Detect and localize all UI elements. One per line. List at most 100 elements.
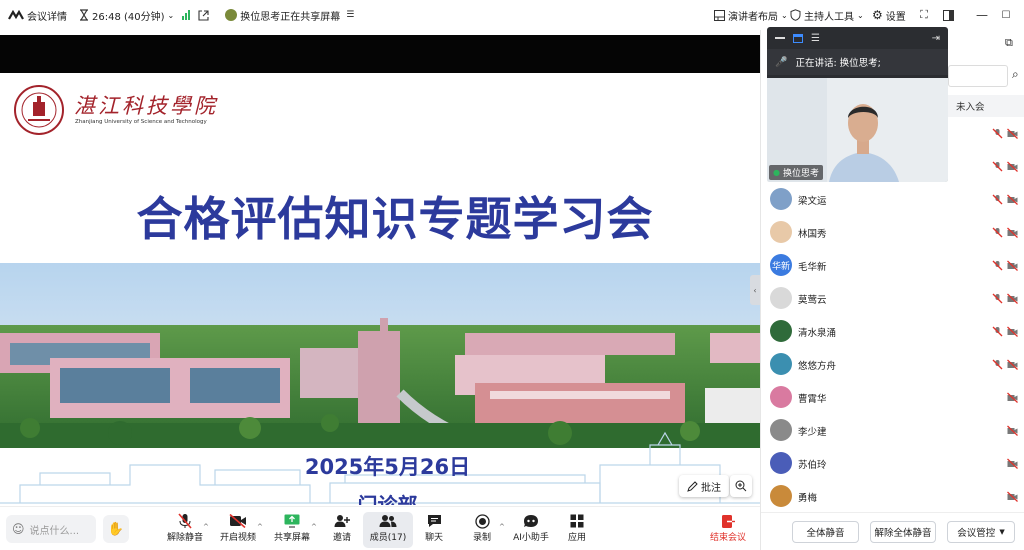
hourglass-icon [80,9,88,21]
share-screen-icon [284,514,300,528]
slide-department: 门诊部 [357,493,418,505]
not-joined-label: 未入会 [956,102,985,113]
shared-screen[interactable]: 湛江科技學院 Zhanjiang University of Science a… [0,35,760,505]
caret-down-icon: ▼ [999,528,1005,536]
chat-label: 聊天 [424,533,443,543]
fullscreen-icon: ⛶ [920,8,928,21]
avatar [770,320,792,342]
avatar [770,452,792,474]
camera-off-icon [1007,161,1018,172]
participant-row[interactable]: 华新 毛华新 [761,249,1024,282]
share-options-caret[interactable]: ^ [311,523,317,531]
camera-off-icon [1007,260,1018,271]
chevron-down-icon: ⌄ [781,10,788,20]
sharer-avatar-icon [225,9,238,21]
network-signal[interactable] [182,10,191,20]
end-meeting-label: 结束会议 [709,533,746,543]
meeting-details-button[interactable]: 会议详情 [8,8,67,23]
mic-muted-icon [992,260,1003,271]
participant-row[interactable]: 苏伯玲 [761,447,1024,480]
sharing-status[interactable]: 换位思考正在共享屏幕 ☰ [225,8,354,23]
maximize-icon: ☐ [1001,9,1011,21]
quick-chat-input[interactable]: ☺ 说点什么... [6,515,96,543]
zoom-in-icon [735,480,747,492]
raise-hand-button[interactable]: ✋ [103,515,129,543]
minimize-button[interactable]: — [970,0,994,30]
avatar: 华新 [770,254,792,276]
video-options-caret[interactable]: ^ [257,523,263,531]
participant-row[interactable]: 勇梅 [761,480,1024,513]
avatar [770,353,792,375]
record-options-caret[interactable]: ^ [499,523,505,531]
share-screen-button[interactable]: 共享屏幕 [267,512,317,548]
slide-date: 2025年5月26日 [304,455,471,479]
presenter-layout-button[interactable]: 演讲者布局 ⌄ [714,8,788,23]
school-name-cn: 湛江科技學院 [74,94,218,118]
audio-options-caret[interactable]: ^ [203,523,209,531]
record-label: 录制 [472,533,491,543]
mute-all-button[interactable]: 全体静音 [792,521,859,543]
participant-row[interactable]: 梁文运 [761,183,1024,216]
participant-row[interactable]: 清水泉涌 [761,315,1024,348]
panel-collapse-handle[interactable]: ‹ [750,275,760,305]
chevron-down-icon: ⌄ [857,10,864,20]
popout-button[interactable] [198,9,209,21]
collapse-video-icon[interactable]: ⇥ [932,33,940,44]
list-view-icon[interactable]: ☰ [811,33,820,44]
search-icon[interactable]: ⌕ [1012,67,1019,82]
minimize-video-icon[interactable] [775,37,785,39]
top-bar: 会议详情 26:48 (40分钟) ⌄ 换位思考正在共享屏幕 ☰ 演讲者布局 ⌄… [0,0,1024,30]
presenter-layout-label: 演讲者布局 [728,11,778,23]
not-joined-tab[interactable]: 未入会 [948,95,1024,117]
bottom-toolbar: ☺ 说点什么... ✋ 解除静音 ^ 开启视频 ^ 共享屏幕 ^ 邀请 成员(1… [0,506,760,550]
participant-row[interactable]: 曹霄华 [761,381,1024,414]
speaking-label: 正在讲话: 换位思考; [795,58,881,69]
annotate-button[interactable]: 批注 [679,475,729,497]
record-icon [474,513,490,529]
host-tools-button[interactable]: 主持人工具 ⌄ [790,8,864,23]
avatar [770,419,792,441]
fullscreen-button[interactable]: ⛶ [912,0,936,30]
pen-icon [687,480,698,492]
sidebar-toggle-button[interactable] [936,0,960,30]
video-participant-name: 换位思考 [782,169,819,179]
camera-off-icon [229,514,246,528]
members-button[interactable]: 成员(17) [363,512,413,548]
external-link-icon [198,9,209,21]
popout-panel-icon[interactable]: ⧉ [1005,36,1013,50]
meeting-control-label: 会议管控 [957,528,996,539]
chat-icon [427,515,441,527]
meeting-control-button[interactable]: 会议管控 ▼ [947,521,1015,543]
zoom-button[interactable] [730,475,752,497]
participant-row[interactable]: 悠悠方舟 [761,348,1024,381]
chat-button[interactable]: 聊天 [409,512,459,548]
presentation-slide: 湛江科技學院 Zhanjiang University of Science a… [0,73,760,505]
meeting-timer[interactable]: 26:48 (40分钟) ⌄ [79,8,174,23]
maximize-button[interactable]: ☐ [994,0,1018,30]
unmute-all-button[interactable]: 解除全体静音 [870,521,936,543]
mic-muted-icon [992,293,1003,304]
unmute-label: 解除静音 [166,533,203,543]
invite-button[interactable]: 邀请 [317,512,367,548]
start-video-button[interactable]: 开启视频 [213,512,263,548]
avatar [770,287,792,309]
exit-icon [721,514,736,528]
participant-row[interactable]: 林国秀 [761,216,1024,249]
floating-video-window[interactable]: ☰ ⇥ 🎤 正在讲话: 换位思考; ● 换位思考 [767,27,948,182]
menu-icon: ☰ [346,10,355,20]
single-view-icon[interactable] [793,33,803,43]
start-video-label: 开启视频 [219,533,256,543]
members-label: 成员(17) [369,533,407,543]
ai-assistant-button[interactable]: AI小助手 [506,512,556,548]
chevron-down-icon: ⌄ [167,10,175,20]
layout-icon [714,9,725,21]
mute-all-label: 全体静音 [806,528,845,539]
participant-row[interactable]: 莫莺云 [761,282,1024,315]
end-meeting-button[interactable]: 结束会议 [703,512,753,548]
settings-button[interactable]: ⚙ 设置 [872,8,906,23]
member-search-input[interactable] [948,65,1008,87]
participant-row[interactable]: 李少建 [761,414,1024,447]
apps-button[interactable]: 应用 [552,512,602,548]
camera-off-icon [1007,227,1018,238]
panel-footer: 全体静音 解除全体静音 会议管控 ▼ [761,512,1024,550]
